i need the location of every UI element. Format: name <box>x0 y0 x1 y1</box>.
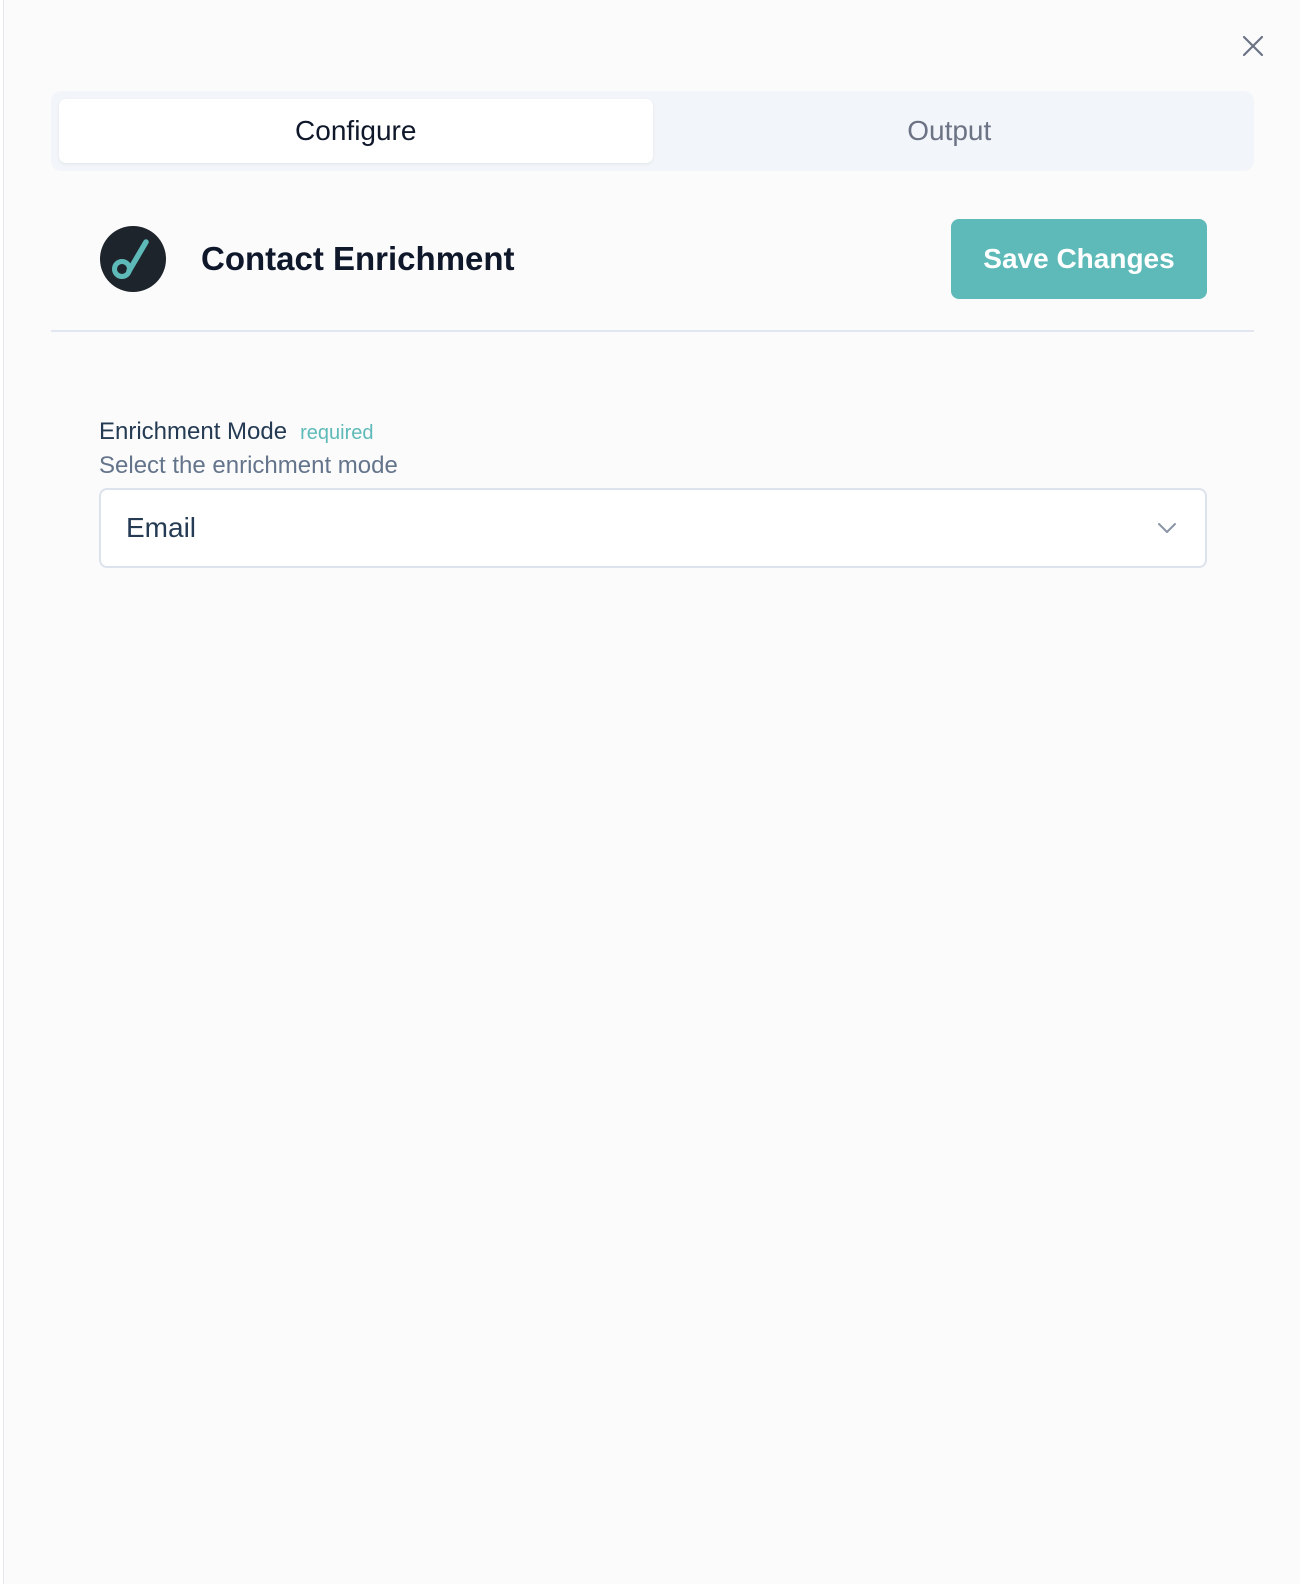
chevron-down-icon <box>1155 516 1179 540</box>
close-button[interactable] <box>1240 33 1266 59</box>
enrichment-mode-label: Enrichment Mode <box>99 418 288 445</box>
required-badge: required <box>300 422 374 444</box>
close-icon <box>1242 35 1264 57</box>
tab-configure[interactable]: Configure <box>59 99 653 163</box>
enrichment-config-panel: Configure Output Contact Enrichment Save… <box>3 0 1300 1584</box>
tab-output[interactable]: Output <box>653 99 1247 163</box>
contact-enrichment-logo-icon <box>100 226 166 292</box>
enrichment-mode-selected-value: Email <box>126 512 197 543</box>
save-changes-button[interactable]: Save Changes <box>951 219 1207 299</box>
enrichment-mode-select[interactable]: Email <box>99 488 1207 568</box>
enrichment-mode-help-text: Select the enrichment mode <box>99 452 398 479</box>
tab-bar: Configure Output <box>51 91 1254 171</box>
enrichment-mode-field: Enrichment Mode required Select the enri… <box>99 417 1207 568</box>
panel-header: Contact Enrichment Save Changes <box>51 171 1254 332</box>
page-title: Contact Enrichment <box>201 240 515 277</box>
field-label-row: Enrichment Mode required <box>99 417 1207 448</box>
